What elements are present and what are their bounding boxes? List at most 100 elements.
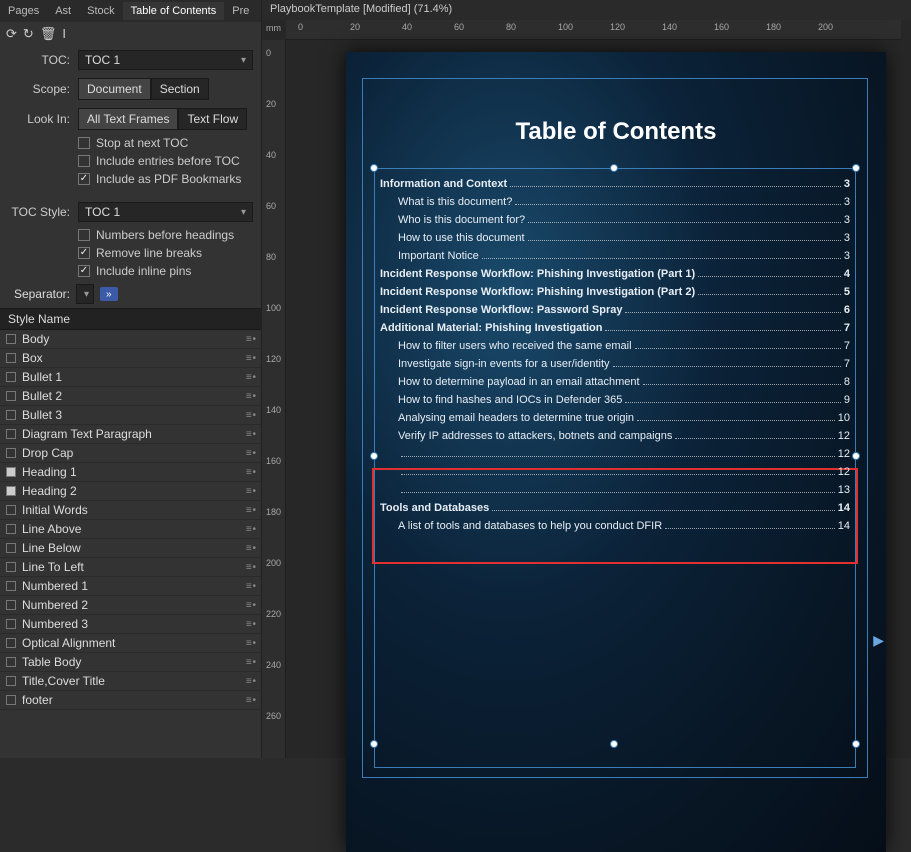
- chk-before-row[interactable]: Include entries before TOC: [0, 152, 261, 170]
- style-options-icon[interactable]: ≡ •: [246, 467, 255, 478]
- checkbox-icon[interactable]: [6, 410, 16, 420]
- checkbox-icon[interactable]: [6, 353, 16, 363]
- style-item[interactable]: Initial Words≡ •: [0, 501, 261, 520]
- toggle-button[interactable]: Section: [151, 78, 209, 100]
- page-canvas[interactable]: Table of Contents Information and Contex…: [346, 52, 886, 852]
- chk-inline-row[interactable]: Include inline pins: [0, 262, 261, 280]
- style-item[interactable]: footer≡ •: [0, 691, 261, 710]
- checkbox-icon[interactable]: [78, 173, 90, 185]
- style-options-icon[interactable]: ≡ •: [246, 562, 255, 573]
- panel-tab[interactable]: Pre: [224, 2, 257, 20]
- style-options-icon[interactable]: ≡ •: [246, 524, 255, 535]
- overflow-icon[interactable]: ▶: [873, 632, 884, 649]
- toc-select[interactable]: TOC 1: [78, 50, 253, 70]
- checkbox-icon[interactable]: [78, 247, 90, 259]
- style-options-icon[interactable]: ≡ •: [246, 505, 255, 516]
- style-options-icon[interactable]: ≡ •: [246, 581, 255, 592]
- style-item[interactable]: Body≡ •: [0, 330, 261, 349]
- separator-arrow-icon[interactable]: »: [100, 287, 118, 301]
- style-item[interactable]: Drop Cap≡ •: [0, 444, 261, 463]
- toggle-button[interactable]: Text Flow: [178, 108, 247, 130]
- style-options-icon[interactable]: ≡ •: [246, 486, 255, 497]
- checkbox-icon[interactable]: [6, 391, 16, 401]
- cursor-icon[interactable]: I: [62, 26, 66, 42]
- checkbox-icon[interactable]: [6, 505, 16, 515]
- style-item[interactable]: Bullet 3≡ •: [0, 406, 261, 425]
- style-options-icon[interactable]: ≡ •: [246, 619, 255, 630]
- style-item[interactable]: Line To Left≡ •: [0, 558, 261, 577]
- style-options-icon[interactable]: ≡ •: [246, 448, 255, 459]
- style-options-icon[interactable]: ≡ •: [246, 657, 255, 668]
- style-item[interactable]: Numbered 3≡ •: [0, 615, 261, 634]
- style-item[interactable]: Table Body≡ •: [0, 653, 261, 672]
- tocstyle-select[interactable]: TOC 1: [78, 202, 253, 222]
- toggle-button[interactable]: Document: [78, 78, 151, 100]
- selection-handle[interactable]: [370, 164, 378, 172]
- panel-tab[interactable]: Pages: [0, 2, 47, 20]
- style-options-icon[interactable]: ≡ •: [246, 676, 255, 687]
- selection-handle[interactable]: [852, 164, 860, 172]
- checkbox-icon[interactable]: [6, 657, 16, 667]
- checkbox-icon[interactable]: [6, 600, 16, 610]
- style-options-icon[interactable]: ≡ •: [246, 543, 255, 554]
- style-item[interactable]: Line Below≡ •: [0, 539, 261, 558]
- checkbox-icon[interactable]: [6, 695, 16, 705]
- checkbox-icon[interactable]: [6, 638, 16, 648]
- checkbox-icon[interactable]: [6, 429, 16, 439]
- checkbox-icon[interactable]: [6, 676, 16, 686]
- checkbox-icon[interactable]: [6, 619, 16, 629]
- checkbox-icon[interactable]: [6, 334, 16, 344]
- panel-tab[interactable]: Stock: [79, 2, 123, 20]
- style-item[interactable]: Bullet 1≡ •: [0, 368, 261, 387]
- style-options-icon[interactable]: ≡ •: [246, 372, 255, 383]
- selection-handle[interactable]: [610, 164, 618, 172]
- checkbox-icon[interactable]: [6, 543, 16, 553]
- style-options-icon[interactable]: ≡ •: [246, 410, 255, 421]
- chk-numbers-row[interactable]: Numbers before headings: [0, 226, 261, 244]
- panel-tab[interactable]: Table of Contents: [123, 2, 225, 20]
- separator-select[interactable]: [76, 284, 94, 304]
- style-item[interactable]: Heading 2≡ •: [0, 482, 261, 501]
- style-item[interactable]: Diagram Text Paragraph≡ •: [0, 425, 261, 444]
- style-item[interactable]: Bullet 2≡ •: [0, 387, 261, 406]
- style-item[interactable]: Numbered 1≡ •: [0, 577, 261, 596]
- selection-handle[interactable]: [852, 452, 860, 460]
- style-options-icon[interactable]: ≡ •: [246, 429, 255, 440]
- style-item[interactable]: Numbered 2≡ •: [0, 596, 261, 615]
- style-item[interactable]: Optical Alignment≡ •: [0, 634, 261, 653]
- toggle-button[interactable]: All Text Frames: [78, 108, 178, 130]
- selection-handle[interactable]: [852, 740, 860, 748]
- style-item[interactable]: Box≡ •: [0, 349, 261, 368]
- checkbox-icon[interactable]: [6, 372, 16, 382]
- trash-icon[interactable]: 🗑: [40, 26, 57, 42]
- style-options-icon[interactable]: ≡ •: [246, 353, 255, 364]
- selection-handle[interactable]: [370, 452, 378, 460]
- vertical-ruler[interactable]: 020406080100120140160180200220240260: [262, 40, 286, 758]
- checkbox-icon[interactable]: [78, 137, 90, 149]
- sync-icon[interactable]: ↻: [23, 26, 34, 42]
- style-options-icon[interactable]: ≡ •: [246, 695, 255, 706]
- style-options-icon[interactable]: ≡ •: [246, 334, 255, 345]
- panel-tab[interactable]: Ast: [47, 2, 79, 20]
- checkbox-icon[interactable]: [6, 581, 16, 591]
- chk-removelb-row[interactable]: Remove line breaks: [0, 244, 261, 262]
- style-options-icon[interactable]: ≡ •: [246, 391, 255, 402]
- style-options-icon[interactable]: ≡ •: [246, 638, 255, 649]
- checkbox-icon[interactable]: [6, 562, 16, 572]
- chk-pdf-row[interactable]: Include as PDF Bookmarks: [0, 170, 261, 188]
- checkbox-icon[interactable]: [6, 467, 16, 477]
- horizontal-ruler[interactable]: mm 020406080100120140160180200: [286, 20, 901, 40]
- selection-handle[interactable]: [610, 740, 618, 748]
- checkbox-icon[interactable]: [6, 448, 16, 458]
- refresh-icon[interactable]: ⟳: [6, 26, 17, 42]
- checkbox-icon[interactable]: [78, 229, 90, 241]
- checkbox-icon[interactable]: [78, 265, 90, 277]
- style-item[interactable]: Line Above≡ •: [0, 520, 261, 539]
- checkbox-icon[interactable]: [6, 524, 16, 534]
- checkbox-icon[interactable]: [6, 486, 16, 496]
- document-tab[interactable]: PlaybookTemplate [Modified] (71.4%): [262, 0, 911, 20]
- selection-handle[interactable]: [370, 740, 378, 748]
- style-item[interactable]: Heading 1≡ •: [0, 463, 261, 482]
- style-item[interactable]: Title,Cover Title≡ •: [0, 672, 261, 691]
- style-options-icon[interactable]: ≡ •: [246, 600, 255, 611]
